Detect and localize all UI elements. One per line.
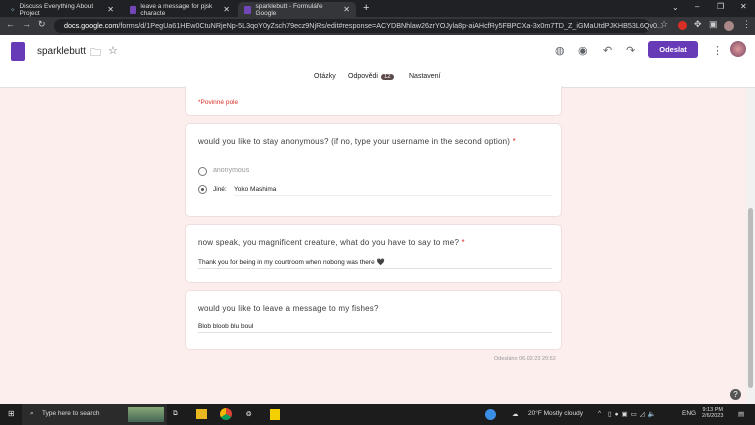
reload-icon[interactable]: ↻ [38,19,46,30]
preview-eye-icon[interactable]: ◉ [578,44,588,57]
folder-icon[interactable]: 🗀 [90,44,101,63]
option-label: Jiné: [213,186,227,193]
clock[interactable]: 9:13 PM 2/6/2023 [702,407,723,419]
radio-other[interactable] [198,185,207,194]
form-title[interactable]: sparklebutt [37,46,86,57]
send-button[interactable]: Odeslat [648,41,698,58]
scrollbar[interactable] [746,88,755,404]
answer-field[interactable]: Thank you for being in my courtroom when… [198,258,552,269]
redo-icon[interactable]: ↷ [626,44,635,57]
forward-icon[interactable]: → [22,19,31,29]
search-highlight-image [128,407,164,422]
option-label: anonymous [213,167,250,174]
browser-tab-bar: ✧ Discuss Everything About Project ✕ leave… [0,0,755,17]
app-icon[interactable]: ❂ [246,410,251,418]
question-text: would you like to leave a message to my … [198,304,379,313]
close-tab-icon[interactable]: ✕ [107,5,114,14]
other-answer-field[interactable]: Yoko Mashima [234,186,552,196]
palette-icon[interactable]: ◍ [555,44,565,57]
extensions-puzzle-icon[interactable]: ✥ [694,19,702,30]
task-view-icon[interactable]: ⧉ [173,410,178,418]
question-card: would you like to leave a message to my … [185,290,562,350]
back-icon[interactable]: ← [6,19,15,29]
browser-tab[interactable]: leave a message for pjsk characte ✕ [124,2,236,17]
forms-favicon-icon [244,5,252,14]
maximize-button[interactable]: ❐ [717,2,724,11]
extension-icon[interactable] [678,21,687,30]
sticky-notes-icon[interactable] [270,409,280,420]
question-card: would you like to stay anonymous? (if no… [185,123,562,217]
help-icon[interactable]: ? [730,389,741,400]
star-icon[interactable]: ☆ [108,44,118,57]
chrome-menu-icon[interactable]: ⋮ [742,19,751,30]
tab-questions[interactable]: Otázky [314,73,336,80]
close-window-button[interactable]: ✕ [740,2,747,11]
radio-anonymous[interactable] [198,167,207,176]
close-tab-icon[interactable]: ✕ [223,5,230,14]
forms-favicon-icon [130,5,137,14]
form-header-card: *Povinné pole [185,86,562,116]
tray-app-icon[interactable] [485,409,496,420]
submitted-timestamp: Odesláno 06.02.23 20:52 [494,356,556,362]
taskbar-search-box[interactable]: ⌕ Type here to search [22,404,167,425]
tab-search-icon[interactable]: ⌄ [672,3,679,12]
file-explorer-icon[interactable] [196,409,207,419]
question-text: now speak, you magnificent creature, wha… [198,238,465,247]
question-card: now speak, you magnificent creature, wha… [185,224,562,283]
close-tab-icon[interactable]: ✕ [343,5,350,14]
forms-header: sparklebutt 🗀 ☆ ◍ ◉ ↶ ↷ Odeslat ⋮ Otázky… [0,35,755,88]
profile-avatar[interactable] [724,21,734,31]
tray-icons[interactable]: ▯●▣▭◿🔈 [608,410,659,418]
url-input[interactable]: docs.google.com/forms/d/1PegUa61HEw0CtuN… [54,19,663,33]
google-forms-logo-icon [11,42,25,61]
chrome-icon[interactable] [220,408,232,420]
side-panel-icon[interactable]: ▣ [709,19,718,30]
scrollbar-thumb[interactable] [748,208,753,388]
weather-icon[interactable]: ☁ [512,410,519,418]
undo-icon[interactable]: ↶ [603,44,612,57]
browser-tab-active[interactable]: sparklebutt - Formuláře Google ✕ [238,2,356,17]
browser-tab[interactable]: ✧ Discuss Everything About Project ✕ [4,2,120,17]
responses-count-badge: 12 [380,74,394,80]
more-options-icon[interactable]: ⋮ [712,44,723,57]
bookmark-star-icon[interactable]: ☆ [660,19,668,30]
required-note: *Povinné pole [198,99,239,106]
minimize-button[interactable]: – [695,2,699,11]
question-text: would you like to stay anonymous? (if no… [198,137,516,146]
tray-chevron-icon[interactable]: ^ [598,410,601,417]
language-indicator[interactable]: ENG [682,410,696,417]
notifications-icon[interactable]: ▤ [738,410,744,418]
address-bar-row: ← → ↻ docs.google.com/forms/d/1PegUa61HE… [0,17,755,35]
tab-favicon-icon: ✧ [10,6,16,14]
weather-text[interactable]: 20°F Mostly cloudy [528,410,583,417]
windows-taskbar: ⊞ ⌕ Type here to search ⧉ ❂ ☁ 20°F Mostl… [0,404,755,425]
windows-start-icon[interactable]: ⊞ [8,409,15,418]
tab-settings[interactable]: Nastavení [409,73,441,80]
new-tab-button[interactable]: + [363,2,369,14]
answer-field[interactable]: Blob bloob blu boul [198,323,552,333]
avatar[interactable] [730,41,746,57]
search-icon: ⌕ [30,410,34,417]
